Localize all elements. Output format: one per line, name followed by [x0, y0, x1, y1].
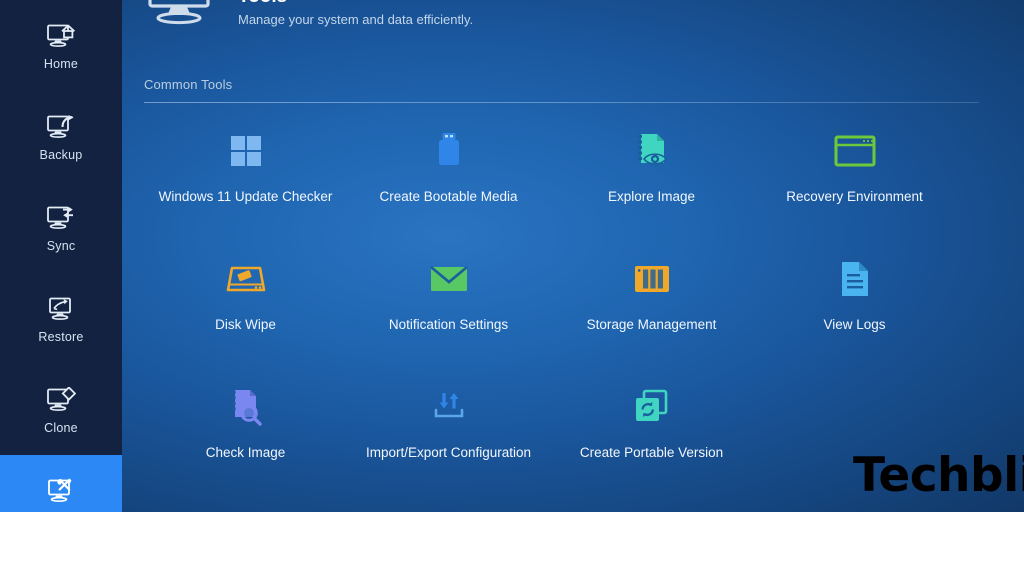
tool-label: Recovery Environment [786, 189, 923, 204]
watermark-text: Techblinks [853, 448, 1024, 503]
page-subtitle: Manage your system and data efficiently. [238, 11, 474, 27]
section-divider [144, 102, 979, 103]
tool-label: View Logs [823, 317, 886, 332]
tool-label: Check Image [205, 445, 286, 460]
file-magnifier-icon [223, 384, 269, 430]
page-header: Tools Manage your system and data effici… [144, 0, 473, 32]
sidebar-item-label: Sync [46, 238, 76, 253]
monitor-tools-icon [44, 476, 78, 506]
section-title: Common Tools [144, 77, 233, 92]
tool-label: Disk Wipe [215, 317, 276, 332]
tool-label: Create Bootable Media [379, 189, 518, 204]
sidebar-item-tools[interactable]: Tools [0, 455, 122, 512]
tool-label: Import/Export Configuration [365, 445, 532, 460]
monitor-sync-icon [44, 203, 78, 233]
tool-label: Windows 11 Update Checker [158, 189, 333, 204]
tool-import-export-configuration[interactable]: Import/Export Configuration [347, 378, 550, 506]
tool-storage-management[interactable]: Storage Management [550, 250, 753, 378]
sidebar-item-label: Clone [44, 420, 78, 435]
sidebar-item-label: Restore [38, 329, 84, 344]
windows-logo-icon [223, 128, 269, 174]
tool-notification-settings[interactable]: Notification Settings [347, 250, 550, 378]
storage-server-icon [629, 256, 675, 302]
header-text-block: Tools Manage your system and data effici… [238, 0, 473, 26]
tool-label: Storage Management [586, 317, 717, 332]
tool-disk-wipe[interactable]: Disk Wipe [144, 250, 347, 378]
tool-check-image[interactable]: Check Image [144, 378, 347, 506]
document-lines-icon [832, 256, 878, 302]
tool-create-bootable-media[interactable]: Create Bootable Media [347, 122, 550, 250]
disk-eraser-icon [223, 256, 269, 302]
tool-recovery-environment[interactable]: Recovery Environment [753, 122, 956, 250]
tool-windows-11-update-checker[interactable]: Windows 11 Update Checker [144, 122, 347, 250]
sidebar-item-label: Backup [39, 147, 83, 162]
sidebar-item-backup[interactable]: Backup [0, 91, 122, 182]
sidebar-item-sync[interactable]: Sync [0, 182, 122, 273]
tool-label: Explore Image [607, 189, 696, 204]
window-frame-icon [832, 128, 878, 174]
sidebar-item-home[interactable]: Home [0, 0, 122, 91]
image-eye-icon [629, 128, 675, 174]
sidebar-navigation: Home Backup Sync Restore Clone [0, 0, 122, 512]
usb-drive-icon [426, 128, 472, 174]
monitor-backup-icon [44, 112, 78, 142]
monitor-tools-icon [144, 0, 222, 32]
tool-explore-image[interactable]: Explore Image [550, 122, 753, 250]
main-content-area: Tools Manage your system and data effici… [122, 0, 1024, 512]
sidebar-item-restore[interactable]: Restore [0, 273, 122, 364]
monitor-clone-icon [44, 385, 78, 415]
section-header: Common Tools [144, 78, 979, 103]
monitor-home-icon [44, 21, 78, 51]
tool-label: Notification Settings [388, 317, 509, 332]
application-window: Home Backup Sync Restore Clone Manage yo… [0, 0, 1024, 512]
envelope-icon [426, 256, 472, 302]
sidebar-item-label: Home [43, 56, 79, 71]
page-title: Tools [238, 0, 473, 6]
import-export-icon [426, 384, 472, 430]
tool-view-logs[interactable]: View Logs [753, 250, 956, 378]
sidebar-item-clone[interactable]: Clone [0, 364, 122, 455]
tool-label: Create Portable Version [579, 445, 724, 460]
copy-refresh-icon [629, 384, 675, 430]
bottom-white-strip [0, 512, 1024, 576]
tool-create-portable-version[interactable]: Create Portable Version [550, 378, 753, 506]
monitor-restore-icon [44, 294, 78, 324]
